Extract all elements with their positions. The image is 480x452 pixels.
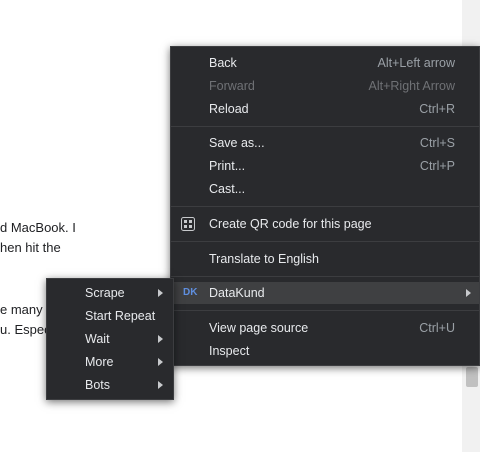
menu-separator xyxy=(171,206,479,207)
menu-item-label: Save as... xyxy=(209,136,265,150)
page-text-line-2: hen hit the xyxy=(0,240,61,255)
menu-item-view-source[interactable]: View page source Ctrl+U xyxy=(171,317,479,339)
menu-item-shortcut: Alt+Right Arrow xyxy=(368,79,456,93)
context-menu: Back Alt+Left arrow Forward Alt+Right Ar… xyxy=(170,46,480,366)
menu-item-cast[interactable]: Cast... xyxy=(171,178,479,200)
menu-item-label: View page source xyxy=(209,321,309,335)
submenu-item-more[interactable]: More xyxy=(47,351,173,373)
menu-item-datakund[interactable]: DK DataKund xyxy=(171,282,479,304)
menu-item-save-as[interactable]: Save as... Ctrl+S xyxy=(171,132,479,154)
menu-separator xyxy=(171,241,479,242)
menu-item-create-qr-code[interactable]: Create QR code for this page xyxy=(171,213,479,235)
menu-item-label: Create QR code for this page xyxy=(209,217,372,231)
menu-item-translate[interactable]: Translate to English xyxy=(171,248,479,270)
menu-item-shortcut: Ctrl+S xyxy=(419,136,455,150)
menu-item-print[interactable]: Print... Ctrl+P xyxy=(171,155,479,177)
menu-item-shortcut: Ctrl+U xyxy=(419,321,455,335)
submenu-item-scrape[interactable]: Scrape xyxy=(47,282,173,304)
submenu-item-label: More xyxy=(85,355,114,369)
menu-item-shortcut: Alt+Left arrow xyxy=(377,56,455,70)
submenu-item-label: Wait xyxy=(85,332,110,346)
submenu-item-start-repeat[interactable]: Start Repeat xyxy=(47,305,173,327)
menu-item-label: Forward xyxy=(209,79,255,93)
menu-item-label: Back xyxy=(209,56,237,70)
submenu-item-bots[interactable]: Bots xyxy=(47,374,173,396)
menu-item-label: Inspect xyxy=(209,344,250,358)
chevron-right-icon xyxy=(158,381,163,389)
qr-code-icon xyxy=(181,217,195,231)
menu-item-reload[interactable]: Reload Ctrl+R xyxy=(171,98,479,120)
menu-separator xyxy=(171,276,479,277)
menu-item-label: Reload xyxy=(209,102,249,116)
menu-item-label: Cast... xyxy=(209,182,246,196)
menu-item-back[interactable]: Back Alt+Left arrow xyxy=(171,52,479,74)
menu-separator xyxy=(171,126,479,127)
datakund-submenu: Scrape Start Repeat Wait More Bots xyxy=(46,278,174,400)
submenu-item-wait[interactable]: Wait xyxy=(47,328,173,350)
menu-item-label: DataKund xyxy=(209,286,265,300)
page-text-line-3: e many xyxy=(0,302,43,317)
menu-item-forward[interactable]: Forward Alt+Right Arrow xyxy=(171,75,479,97)
submenu-item-label: Start Repeat xyxy=(85,309,156,323)
chevron-right-icon xyxy=(158,358,163,366)
chevron-right-icon xyxy=(466,289,471,297)
submenu-item-label: Scrape xyxy=(85,286,125,300)
submenu-item-label: Bots xyxy=(85,378,111,392)
menu-item-inspect[interactable]: Inspect xyxy=(171,340,479,362)
menu-item-label: Print... xyxy=(209,159,246,173)
scrollbar-thumb[interactable] xyxy=(466,367,478,387)
page-text-line-1: d MacBook. I xyxy=(0,220,76,235)
chevron-right-icon xyxy=(158,289,163,297)
menu-item-label: Translate to English xyxy=(209,252,320,266)
datakund-icon: DK xyxy=(183,287,198,298)
menu-item-shortcut: Ctrl+R xyxy=(419,102,455,116)
menu-item-shortcut: Ctrl+P xyxy=(419,159,455,173)
chevron-right-icon xyxy=(158,335,163,343)
menu-separator xyxy=(171,310,479,311)
